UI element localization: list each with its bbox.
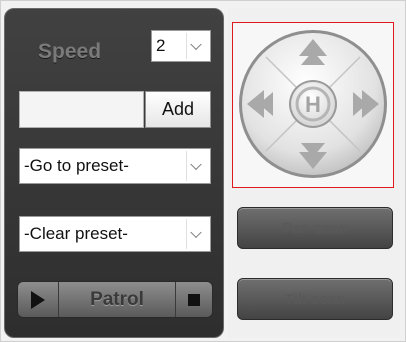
home-button[interactable]: H — [289, 80, 337, 128]
ptz-direction-box: H — [232, 22, 394, 188]
add-preset-button[interactable]: Add — [145, 91, 211, 128]
chevron-down-icon — [186, 151, 207, 181]
chevron-down-icon — [186, 33, 207, 59]
ptz-dpad: H — [239, 30, 387, 178]
clear-preset-value: -Clear preset- — [24, 224, 128, 243]
tilt-up-button[interactable] — [293, 35, 333, 73]
clear-preset-select[interactable]: -Clear preset- — [19, 216, 211, 252]
patrol-bar: Patrol — [17, 281, 213, 318]
goto-preset-select[interactable]: -Go to preset- — [19, 148, 211, 184]
patrol-button[interactable]: Patrol — [59, 282, 175, 317]
tilt-down-button[interactable] — [293, 135, 333, 173]
stop-icon[interactable] — [175, 282, 212, 317]
preset-name-input[interactable] — [19, 91, 144, 128]
chevron-down-icon — [186, 219, 207, 249]
tilt-scan-button[interactable]: Tilt scan — [237, 278, 393, 320]
goto-preset-value: -Go to preset- — [24, 156, 129, 175]
pan-scan-button[interactable]: Pan scan — [237, 207, 393, 249]
speed-select[interactable]: 2 — [151, 30, 211, 62]
speed-value: 2 — [156, 36, 166, 55]
pan-right-button[interactable] — [345, 84, 383, 124]
play-icon[interactable] — [18, 282, 59, 317]
home-label: H — [305, 92, 321, 117]
pan-left-button[interactable] — [243, 84, 281, 124]
speed-label: Speed — [38, 40, 102, 63]
